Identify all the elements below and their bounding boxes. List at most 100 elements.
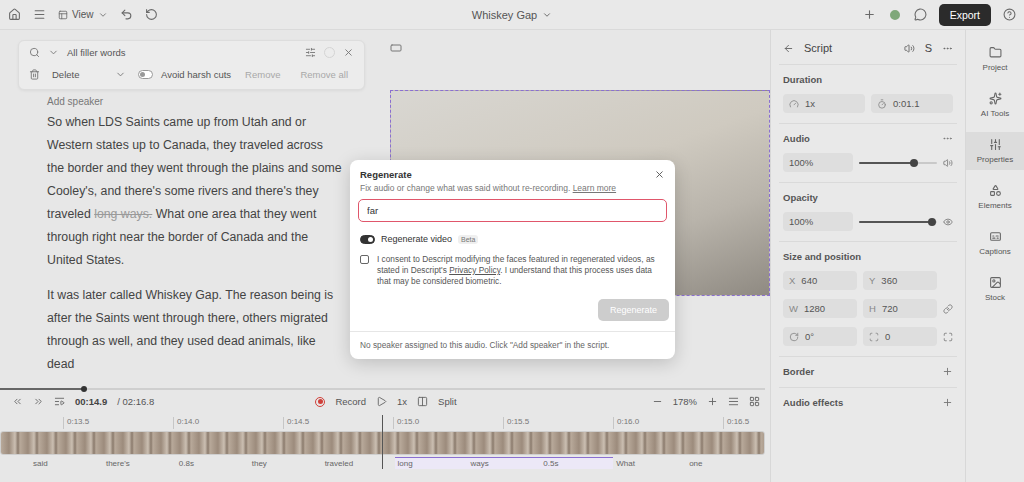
size-field[interactable]: W1280 <box>783 299 857 318</box>
user-avatar[interactable] <box>888 8 902 22</box>
chevron-down-icon[interactable] <box>48 47 59 58</box>
scrub-handle[interactable] <box>81 386 87 392</box>
length-field[interactable]: 0:01.1 <box>871 94 953 113</box>
rail-item[interactable]: Elements <box>966 178 1024 216</box>
opacity-field[interactable]: 100% <box>783 212 853 231</box>
grid-icon[interactable] <box>749 396 760 407</box>
layout-icon <box>58 10 68 20</box>
position-field[interactable]: X640 <box>783 271 857 290</box>
rail-item[interactable]: Captions <box>966 224 1024 262</box>
help-icon[interactable] <box>1003 8 1016 21</box>
plus-icon[interactable] <box>942 366 953 377</box>
avoid-harsh-cuts-toggle[interactable] <box>138 70 153 79</box>
size-field[interactable]: H720 <box>863 299 937 318</box>
volume-icon[interactable] <box>904 43 915 54</box>
rail-item[interactable]: Stock <box>966 270 1024 308</box>
volume-field[interactable]: 100% <box>783 153 853 172</box>
regenerate-button[interactable]: Regenerate <box>598 299 669 321</box>
privacy-policy-link[interactable]: Privacy Policy <box>449 265 500 275</box>
image-icon <box>989 276 1002 289</box>
chevron-down-icon <box>115 69 126 80</box>
rail-item[interactable]: Properties <box>966 132 1024 170</box>
volume-slider[interactable] <box>859 162 937 164</box>
word-clip[interactable]: 0.8s <box>176 457 249 469</box>
export-button[interactable]: Export <box>939 4 991 26</box>
view-menu[interactable]: View <box>58 9 108 20</box>
section-title: Size and position <box>783 251 861 262</box>
word-clip[interactable]: 0.5s <box>540 457 613 469</box>
script-paragraph[interactable]: It was later called Whiskey Gap. The rea… <box>47 284 343 376</box>
script-text[interactable]: Add speaker So when LDS Saints came up fr… <box>18 90 343 388</box>
close-icon[interactable] <box>343 47 354 58</box>
slider-thumb[interactable] <box>928 218 936 226</box>
back-arrow-icon[interactable] <box>783 43 794 54</box>
collapsed-section[interactable]: Audio effects <box>779 387 957 418</box>
chapters-icon[interactable] <box>54 396 65 407</box>
aspect-ratio-icon[interactable] <box>390 42 402 54</box>
word-clip[interactable]: said <box>30 457 103 469</box>
corner-field[interactable]: 0 <box>863 327 937 346</box>
plus-icon[interactable] <box>863 8 876 21</box>
collapsed-section[interactable]: Border <box>779 356 957 387</box>
tracks-icon[interactable] <box>728 396 739 407</box>
comment-icon[interactable] <box>914 8 927 21</box>
home-icon[interactable] <box>8 8 21 21</box>
split-button[interactable]: Split <box>417 396 456 407</box>
regenerate-video-toggle[interactable] <box>360 235 375 244</box>
top-bar: View Whiskey Gap Export <box>0 0 1024 30</box>
play-icon[interactable] <box>376 396 387 407</box>
rotation-field[interactable]: 0° <box>783 327 857 346</box>
skip-back-icon[interactable] <box>12 396 23 407</box>
more-icon[interactable] <box>942 43 953 54</box>
rail-item[interactable]: AI Tools <box>966 86 1024 124</box>
undo-icon[interactable] <box>120 8 133 21</box>
word-clip[interactable]: they <box>249 457 322 469</box>
close-icon[interactable] <box>654 169 665 180</box>
script-paragraph[interactable]: So when LDS Saints came up from Utah and… <box>47 111 343 272</box>
action-select[interactable]: Delete <box>48 66 130 83</box>
link-icon[interactable] <box>943 304 953 314</box>
side-rail: Project AI Tools Properties Elements Caption… <box>965 30 1024 482</box>
speed-field[interactable]: 1x <box>783 94 865 113</box>
position-field[interactable]: Y360 <box>863 271 937 290</box>
timeline[interactable]: 0:13.50:14.00:14.50:15.00:15.50:16.00:16… <box>0 411 770 469</box>
script-segment[interactable]: It was later called Whiskey Gap. The rea… <box>47 288 333 371</box>
playhead[interactable] <box>382 415 383 469</box>
rail-item[interactable]: Project <box>966 40 1024 78</box>
search-query[interactable]: All filler words <box>67 47 297 58</box>
skip-forward-icon[interactable] <box>33 396 44 407</box>
zoom-in-icon[interactable] <box>707 396 718 407</box>
learn-more-link[interactable]: Learn more <box>573 183 616 193</box>
word-clip[interactable]: traveled <box>322 457 395 469</box>
project-title[interactable]: Whiskey Gap <box>472 9 552 21</box>
add-speaker[interactable]: Add speaker <box>47 96 343 107</box>
more-icon[interactable] <box>942 133 953 144</box>
regenerate-input[interactable] <box>358 199 667 222</box>
menu-icon[interactable] <box>33 8 46 21</box>
word-clip[interactable]: long <box>395 457 468 469</box>
chevron-down-icon <box>98 10 108 20</box>
slider-thumb[interactable] <box>910 159 918 167</box>
script-column: All filler wordsDeleteAvoid harsh cutsRe… <box>0 30 372 386</box>
plus-icon[interactable] <box>942 397 953 408</box>
opacity-slider[interactable] <box>859 221 937 223</box>
eye-icon[interactable] <box>943 217 953 227</box>
section-title: Duration <box>783 74 822 85</box>
script-segment[interactable]: long ways. <box>94 207 152 221</box>
word-clip[interactable]: ways <box>467 457 540 469</box>
volume-icon[interactable] <box>943 158 953 168</box>
scrub-bar[interactable] <box>0 388 765 390</box>
filter-icon[interactable] <box>305 47 316 58</box>
speed-button[interactable]: 1x <box>397 396 407 407</box>
redo-icon[interactable] <box>145 8 158 21</box>
remove-button[interactable]: Remove all <box>294 67 354 82</box>
fit-icon[interactable] <box>943 332 953 342</box>
word-clip[interactable]: one <box>686 457 759 469</box>
word-clip[interactable]: What <box>613 457 686 469</box>
word-clip[interactable]: there's <box>103 457 176 469</box>
remove-button[interactable]: Remove <box>239 67 286 82</box>
record-button[interactable]: Record <box>315 396 366 407</box>
consent-checkbox[interactable] <box>360 255 369 264</box>
script-segment[interactable]: So when LDS Saints came up from Utah and… <box>47 115 342 221</box>
zoom-out-icon[interactable] <box>652 396 663 407</box>
